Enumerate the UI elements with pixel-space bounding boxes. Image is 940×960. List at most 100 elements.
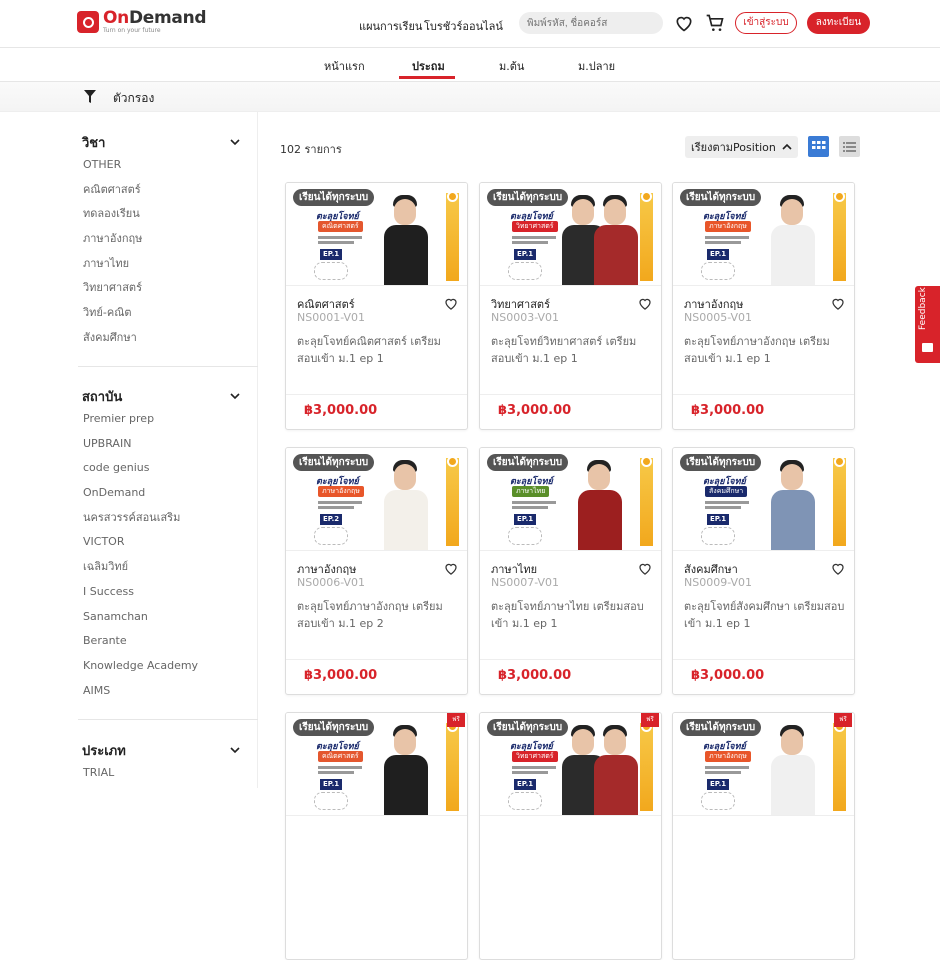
thumbnail-subject-tag: ภาษาไทย — [512, 486, 550, 497]
tab-upper-secondary[interactable]: ม.ปลาย — [578, 57, 615, 75]
favorite-heart-icon[interactable] — [443, 561, 459, 576]
product-card[interactable]: เรียนได้ทุกระบบ ตะลุยโจทย์ ภาษาไทย EP.1 ภาษา… — [479, 447, 662, 695]
institute-option[interactable]: code genius — [78, 456, 240, 481]
course-thumbnail[interactable]: เรียนได้ทุกระบบ ตะลุยโจทย์ ภาษาไทย EP.1 — [480, 448, 661, 551]
favorite-heart-icon[interactable] — [637, 296, 653, 311]
institute-option[interactable]: เฉลิมวิทย์ — [78, 555, 240, 580]
subject-option[interactable]: วิทย์-คณิต — [78, 301, 240, 326]
institute-option[interactable]: AIMS — [78, 679, 240, 704]
presenter-head — [572, 729, 594, 755]
favorite-heart-icon[interactable] — [830, 561, 846, 576]
subject-filter-section: วิชา OTHER คณิตศาสตร์ ทดลองเรียน ภาษาอัง… — [78, 132, 240, 351]
institute-option[interactable]: VICTOR — [78, 530, 240, 555]
favorite-heart-icon[interactable] — [637, 561, 653, 576]
nav-study-plan-link[interactable]: แผนการเรียน — [359, 17, 422, 35]
course-title-link[interactable]: ตะลุยโจทย์ภาษาอังกฤษ เตรียมสอบเข้า ม.1 e… — [297, 598, 459, 632]
subject-option[interactable]: OTHER — [78, 153, 240, 178]
course-title-link[interactable]: ตะลุยโจทย์วิทยาศาสตร์ เตรียมสอบเข้า ม.1 … — [491, 333, 653, 367]
course-thumbnail[interactable]: เรียนได้ทุกระบบ ตะลุยโจทย์ ภาษาอังกฤษ EP.1 ฟ… — [673, 713, 854, 816]
subject-option[interactable]: ภาษาอังกฤษ — [78, 227, 240, 252]
all-platforms-badge: เรียนได้ทุกระบบ — [293, 189, 375, 206]
favorite-heart-icon[interactable] — [443, 296, 459, 311]
ondemand-logo[interactable]: OnDemand Turn on your future — [77, 8, 207, 34]
feedback-tab[interactable]: Feedback — [915, 286, 940, 363]
login-button[interactable]: เข้าสู่ระบบ — [735, 12, 797, 34]
type-filter-header[interactable]: ประเภท — [78, 740, 240, 760]
thumbnail-text-line — [705, 506, 741, 509]
tab-primary[interactable]: ประถม — [412, 57, 445, 75]
power-logo-icon — [77, 11, 99, 33]
type-option[interactable]: TRIAL — [78, 761, 240, 786]
course-thumbnail[interactable]: เรียนได้ทุกระบบ ตะลุยโจทย์ ภาษาอังกฤษ EP.1 — [673, 183, 854, 286]
institute-logo-icon — [447, 191, 458, 202]
institute-option[interactable]: Sanamchan — [78, 605, 240, 630]
course-thumbnail[interactable]: เรียนได้ทุกระบบ ตะลุยโจทย์ วิทยาศาสตร์ EP.1… — [480, 713, 661, 816]
doodle-illustration — [701, 527, 735, 545]
institute-logo-icon — [834, 191, 845, 202]
course-title-link[interactable]: ตะลุยโจทย์สังคมศึกษา เตรียมสอบเข้า ม.1 e… — [684, 598, 846, 632]
doodle-illustration — [701, 792, 735, 810]
institute-option[interactable]: Premier prep — [78, 407, 240, 432]
presenter-body — [771, 755, 815, 815]
institute-option[interactable]: Berante — [78, 629, 240, 654]
sort-select[interactable]: เรียงตามPosition — [685, 136, 798, 158]
product-card[interactable]: เรียนได้ทุกระบบ ตะลุยโจทย์ ภาษาอังกฤษ EP.1 ฟ… — [672, 712, 855, 960]
product-card[interactable]: เรียนได้ทุกระบบ ตะลุยโจทย์ คณิตศาสตร์ EP.1 ค… — [285, 182, 468, 430]
thumbnail-text-line — [318, 501, 362, 504]
course-title-link[interactable]: ตะลุยโจทย์ภาษาไทย เตรียมสอบเข้า ม.1 ep 1 — [491, 598, 653, 632]
all-platforms-badge: เรียนได้ทุกระบบ — [487, 454, 569, 471]
presenter-head — [588, 464, 610, 490]
chevron-down-icon — [230, 393, 240, 400]
course-title-link[interactable]: ตะลุยโจทย์ภาษาอังกฤษ เตรียมสอบเข้า ม.1 e… — [684, 333, 846, 367]
course-thumbnail[interactable]: เรียนได้ทุกระบบ ตะลุยโจทย์ วิทยาศาสตร์ EP.1 — [480, 183, 661, 286]
subject-option[interactable]: วิทยาศาสตร์ — [78, 276, 240, 301]
thumbnail-text-line — [512, 766, 556, 769]
logo-on-text: On — [103, 8, 129, 28]
doodle-illustration — [508, 262, 542, 280]
thumbnail-subject-tag: คณิตศาสตร์ — [318, 221, 363, 232]
thumbnail-subject-tag: สังคมศึกษา — [705, 486, 748, 497]
product-card[interactable]: เรียนได้ทุกระบบ ตะลุยโจทย์ ภาษาอังกฤษ EP.2 ภ… — [285, 447, 468, 695]
register-button[interactable]: ลงทะเบียน — [807, 12, 870, 34]
active-tab-indicator — [399, 76, 455, 79]
product-card[interactable]: เรียนได้ทุกระบบ ตะลุยโจทย์ ภาษาอังกฤษ EP.1 ภ… — [672, 182, 855, 430]
filter-bar[interactable]: ตัวกรอง — [0, 82, 940, 112]
product-card[interactable]: เรียนได้ทุกระบบ ตะลุยโจทย์ สังคมศึกษา EP.1 ส… — [672, 447, 855, 695]
institute-option[interactable]: UPBRAIN — [78, 432, 240, 457]
course-title-link[interactable]: ตะลุยโจทย์คณิตศาสตร์ เตรียมสอบเข้า ม.1 e… — [297, 333, 459, 367]
search-input[interactable] — [519, 12, 663, 34]
institute-option[interactable]: I Success — [78, 580, 240, 605]
subject-option[interactable]: คณิตศาสตร์ — [78, 178, 240, 203]
subject-filter-header[interactable]: วิชา — [78, 132, 240, 152]
thumbnail-text-line — [705, 771, 741, 774]
course-thumbnail[interactable]: เรียนได้ทุกระบบ ตะลุยโจทย์ คณิตศาสตร์ EP.1 — [286, 183, 467, 286]
product-card[interactable]: เรียนได้ทุกระบบ ตะลุยโจทย์ วิทยาศาสตร์ EP.1… — [479, 182, 662, 430]
institute-option[interactable]: OnDemand — [78, 481, 240, 506]
course-price: ฿3,000.00 — [498, 403, 572, 418]
subject-option[interactable]: ภาษาไทย — [78, 252, 240, 277]
presenter-head — [572, 199, 594, 225]
card-divider — [286, 394, 467, 395]
tab-lower-secondary[interactable]: ม.ต้น — [499, 57, 524, 75]
institute-option[interactable]: นครสวรรค์สอนเสริม — [78, 506, 240, 531]
grid-view-button[interactable] — [808, 136, 829, 157]
free-badge: ฟรี — [641, 713, 659, 727]
tab-home[interactable]: หน้าแรก — [324, 57, 365, 75]
nav-online-brochure-link[interactable]: โบรชัวร์ออนไลน์ — [424, 17, 503, 35]
thumbnail-text-line — [512, 771, 548, 774]
subject-option[interactable]: สังคมศึกษา — [78, 326, 240, 351]
subject-option[interactable]: ทดลองเรียน — [78, 202, 240, 227]
favorite-heart-icon[interactable] — [830, 296, 846, 311]
wishlist-heart-icon[interactable] — [674, 13, 694, 33]
cart-icon[interactable] — [705, 13, 725, 33]
product-card[interactable]: เรียนได้ทุกระบบ ตะลุยโจทย์ วิทยาศาสตร์ EP.1… — [479, 712, 662, 960]
institute-filter-header[interactable]: สถาบัน — [78, 386, 240, 406]
product-card[interactable]: เรียนได้ทุกระบบ ตะลุยโจทย์ คณิตศาสตร์ EP.1 ฟ… — [285, 712, 468, 960]
type-filter-section: ประเภท TRIAL — [78, 740, 240, 786]
course-thumbnail[interactable]: เรียนได้ทุกระบบ ตะลุยโจทย์ ภาษาอังกฤษ EP.2 — [286, 448, 467, 551]
list-view-button[interactable] — [839, 136, 860, 157]
doodle-illustration — [314, 527, 348, 545]
course-thumbnail[interactable]: เรียนได้ทุกระบบ ตะลุยโจทย์ คณิตศาสตร์ EP.1 ฟ… — [286, 713, 467, 816]
course-thumbnail[interactable]: เรียนได้ทุกระบบ ตะลุยโจทย์ สังคมศึกษา EP.1 — [673, 448, 854, 551]
institute-option[interactable]: Knowledge Academy — [78, 654, 240, 679]
